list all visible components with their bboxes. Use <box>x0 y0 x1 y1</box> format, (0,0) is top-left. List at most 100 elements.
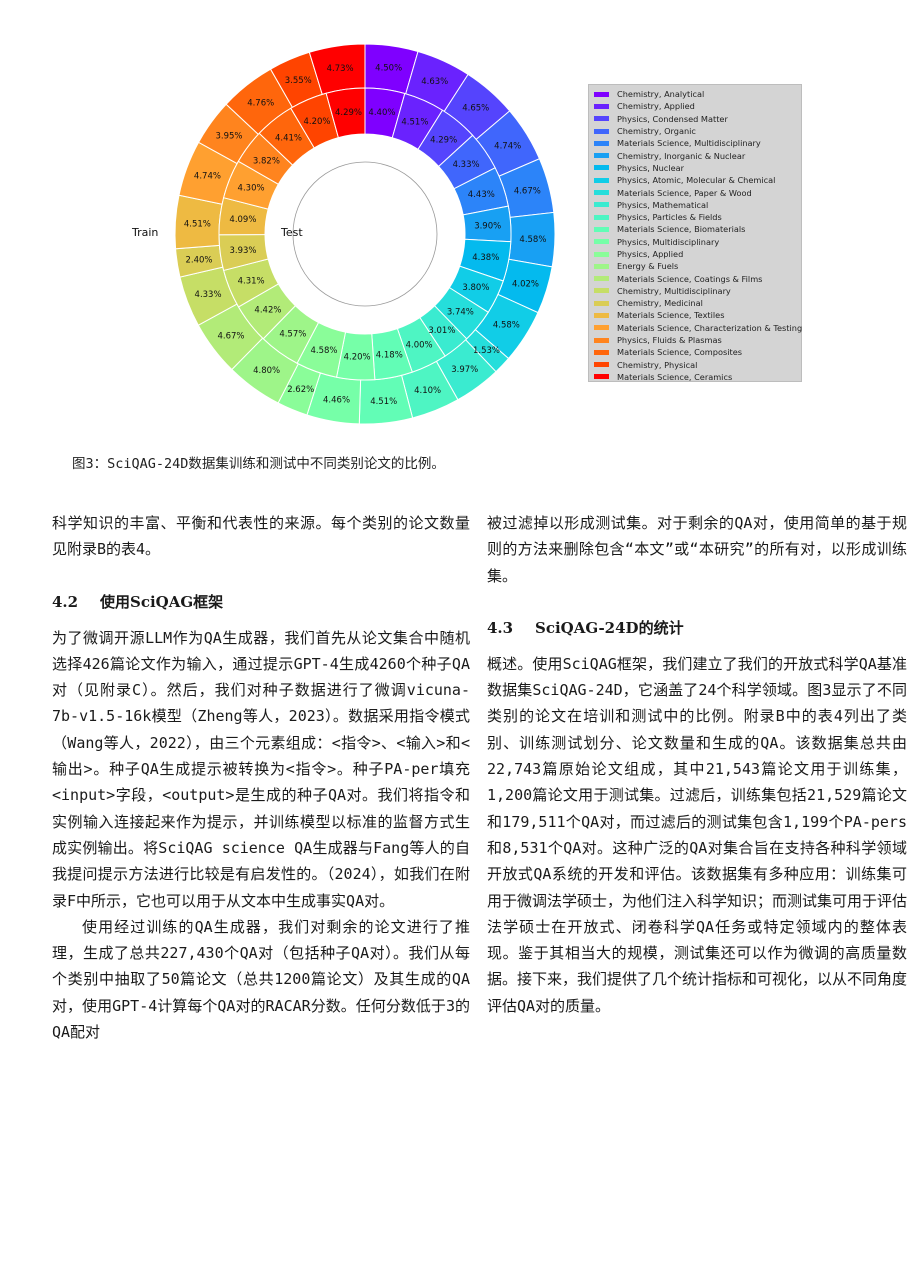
section-heading-4-3: 4.3 SciQAG-24D的统计 <box>487 615 907 641</box>
test-slice-label: 4.29% <box>335 108 362 118</box>
legend-label: Chemistry, Multidisciplinary <box>617 285 731 296</box>
train-slice-label: 4.63% <box>421 77 448 87</box>
train-slice-label: 2.62% <box>287 385 314 395</box>
section-heading-4-2: 4.2 使用SciQAG框架 <box>52 589 470 615</box>
test-slice-label: 4.31% <box>238 276 265 286</box>
legend-item: Energy & Fuels <box>594 260 801 272</box>
test-slice-label: 4.33% <box>453 160 480 170</box>
legend-item: Chemistry, Analytical <box>594 88 801 100</box>
paragraph: 使用经过训练的QA生成器，我们对剩余的论文进行了推理，生成了总共227,430个… <box>52 917 470 1042</box>
train-slice-label: 4.33% <box>195 290 222 300</box>
legend-item: Physics, Applied <box>594 248 801 260</box>
legend-label: Materials Science, Characterization & Te… <box>617 322 803 333</box>
test-slice-label: 3.74% <box>447 308 474 318</box>
legend-label: Chemistry, Organic <box>617 126 696 137</box>
train-slice-label: 4.80% <box>253 366 280 376</box>
legend-item: Physics, Atomic, Molecular & Chemical <box>594 174 801 186</box>
test-ring <box>218 87 512 381</box>
test-slice-label: 4.57% <box>279 330 306 340</box>
legend-item: Physics, Condensed Matter <box>594 113 801 125</box>
test-slice-label: 4.38% <box>472 253 499 263</box>
figure-3: 4.50% 4.63% 4.65% 4.74% 4.67% 4.58% 4.02% 4.58%… <box>0 0 924 440</box>
train-slice-label: 3.55% <box>285 76 312 86</box>
test-slice-label: 4.40% <box>368 108 395 118</box>
test-slice-label: 4.41% <box>275 134 302 144</box>
train-slice-label: 4.10% <box>414 386 441 396</box>
train-slice-label: 2.40% <box>185 256 212 266</box>
test-slice-label: 4.51% <box>401 118 428 128</box>
train-slice-label: 4.58% <box>519 235 546 245</box>
legend-item: Physics, Nuclear <box>594 162 801 174</box>
legend-swatch <box>594 263 609 269</box>
legend-label: Physics, Particles & Fields <box>617 212 722 223</box>
legend-label: Physics, Multidisciplinary <box>617 236 720 247</box>
legend-item: Materials Science, Coatings & Films <box>594 272 801 284</box>
test-slice-label: 4.20% <box>303 117 330 127</box>
train-slice-label: 4.73% <box>327 64 354 74</box>
legend-label: Chemistry, Inorganic & Nuclear <box>617 150 746 161</box>
train-slice-label: 4.74% <box>494 141 521 151</box>
legend-item: Physics, Fluids & Plasmas <box>594 334 801 346</box>
section-number: 4.3 <box>487 618 514 637</box>
legend-label: Materials Science, Coatings & Films <box>617 273 763 284</box>
left-column: 科学知识的丰富、平衡和代表性的来源。每个类别的论文数量见附录B的表4。 4.2 使… <box>52 510 470 1045</box>
legend-swatch <box>594 202 609 208</box>
legend-swatch <box>594 349 609 355</box>
legend-label: Chemistry, Applied <box>617 101 695 112</box>
legend-item: Materials Science, Characterization & Te… <box>594 322 803 334</box>
legend-swatch <box>594 362 609 368</box>
legend-item: Chemistry, Applied <box>594 100 801 112</box>
legend-label: Materials Science, Ceramics <box>617 371 733 382</box>
legend-swatch <box>594 325 609 331</box>
inner-circle-outline <box>292 161 438 307</box>
train-slice-label: 4.50% <box>375 64 402 74</box>
test-slice-label: 4.20% <box>344 353 371 363</box>
legend-label: Physics, Applied <box>617 249 684 259</box>
legend-swatch <box>594 177 609 183</box>
legend-swatch <box>594 140 609 146</box>
legend-label: Physics, Condensed Matter <box>617 113 728 124</box>
chart-legend: Chemistry, Analytical Chemistry, Applied P… <box>588 84 802 382</box>
legend-label: Chemistry, Physical <box>617 359 698 370</box>
section-title: SciQAG-24D的统计 <box>535 618 684 637</box>
train-slice-label: 4.65% <box>462 104 489 114</box>
paragraph: 为了微调开源LLM作为QA生成器，我们首先从论文集合中随机选择426篇论文作为输… <box>52 628 470 910</box>
test-slice-label: 4.29% <box>430 135 457 145</box>
legend-swatch <box>594 337 609 343</box>
legend-label: Materials Science, Biomaterials <box>617 224 746 235</box>
legend-label: Physics, Atomic, Molecular & Chemical <box>617 175 776 186</box>
legend-swatch <box>594 190 609 196</box>
train-slice-label: 4.58% <box>493 321 520 331</box>
train-slice-label: 3.97% <box>451 365 478 375</box>
train-slice-label: 4.51% <box>370 397 397 407</box>
test-slice-label: 4.00% <box>406 340 433 350</box>
legend-label: Energy & Fuels <box>617 261 679 272</box>
legend-label: Physics, Nuclear <box>617 162 684 173</box>
test-slice-label: 3.93% <box>230 246 257 256</box>
train-slice-label: 4.51% <box>184 219 211 229</box>
train-slice-label: 4.76% <box>247 98 274 108</box>
test-slice-label: 3.80% <box>462 283 489 293</box>
test-slice-label: 4.42% <box>254 306 281 316</box>
legend-label: Chemistry, Analytical <box>617 89 705 100</box>
test-slice-label: 3.82% <box>253 156 280 166</box>
legend-item: Chemistry, Organic <box>594 125 801 137</box>
train-slice-label: 4.02% <box>512 280 539 290</box>
legend-item: Materials Science, Composites <box>594 346 801 358</box>
legend-item: Materials Science, Biomaterials <box>594 223 801 235</box>
test-slice-label: 3.01% <box>428 326 455 336</box>
legend-swatch <box>594 103 609 109</box>
legend-swatch <box>594 153 609 159</box>
legend-swatch <box>594 165 609 171</box>
legend-item: Chemistry, Inorganic & Nuclear <box>594 149 801 161</box>
section-number: 4.2 <box>52 592 79 611</box>
legend-label: Materials Science, Composites <box>617 347 743 358</box>
legend-item: Chemistry, Multidisciplinary <box>594 285 801 297</box>
section-title: 使用SciQAG框架 <box>100 592 224 611</box>
legend-label: Materials Science, Textiles <box>617 310 725 321</box>
legend-swatch <box>594 116 609 122</box>
legend-label: Materials Science, Multidisciplinary <box>617 138 761 149</box>
legend-swatch <box>594 300 609 306</box>
train-slice-label: 1.53% <box>473 346 500 356</box>
legend-swatch <box>594 374 609 380</box>
